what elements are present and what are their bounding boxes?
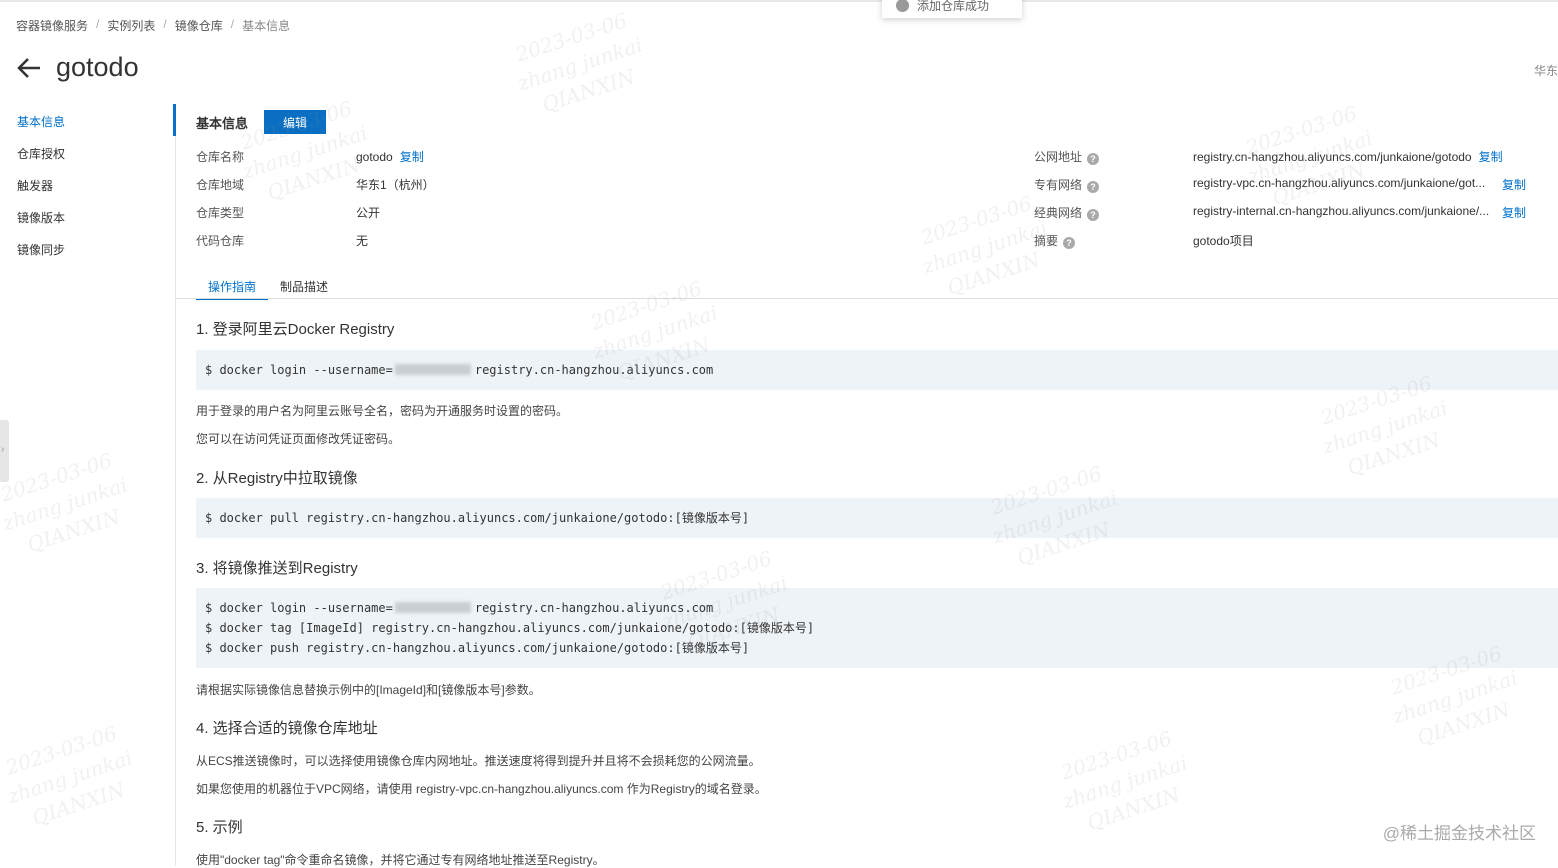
chevron-right-icon: › (1, 444, 5, 455)
redacted-username (394, 602, 471, 613)
info-type-value: 公开 (356, 206, 381, 220)
info-summary-value: gotodo项目 (1193, 234, 1254, 248)
copy-link[interactable]: 复制 (1479, 150, 1503, 164)
info-summary-label: 摘要? (1034, 232, 1076, 249)
help-icon[interactable]: ? (1087, 153, 1100, 165)
code-line: $ docker push registry.cn-hangzhou.aliyu… (205, 641, 750, 655)
info-region-label: 仓库地域 (196, 178, 245, 192)
breadcrumb-separator: / (163, 17, 167, 31)
breadcrumb-item[interactable]: 容器镜像服务 (16, 17, 88, 34)
code-block-push: $ docker login --username= registry.cn-ha… (196, 588, 1558, 668)
info-public-address-value: registry.cn-hangzhou.aliyuncs.com/junkai… (1193, 150, 1503, 164)
step-2-title: 2. 从Registry中拉取镜像 (196, 470, 358, 487)
page-header: gotodo (16, 52, 139, 83)
sidebar-item-trigger[interactable]: 触发器 (0, 170, 175, 202)
step-4-title: 4. 选择合适的镜像仓库地址 (196, 720, 378, 737)
page-title: gotodo (56, 52, 139, 82)
info-repo-name-value: gotodo 复制 (356, 150, 424, 164)
step-4-note-2: 如果您使用的机器位于VPC网络，请使用 registry-vpc.cn-hang… (196, 782, 767, 796)
info-type-label: 仓库类型 (196, 206, 245, 220)
tab-guide[interactable]: 操作指南 (196, 276, 269, 300)
copy-link[interactable]: 复制 (1502, 204, 1526, 221)
info-code-repo-label: 代码仓库 (196, 234, 245, 248)
info-vpc-label: 专有网络? (1034, 176, 1100, 193)
success-icon (896, 0, 909, 12)
watermark: 2023-03-06zhang junkaiQIANXIN (0, 448, 131, 557)
copy-link[interactable]: 复制 (1502, 176, 1526, 193)
info-region-value: 华东1（杭州） (356, 178, 435, 192)
help-icon[interactable]: ? (1087, 209, 1100, 221)
info-public-address-label: 公网地址? (1034, 148, 1100, 165)
step-1-note-2: 您可以在访问凭证页面修改凭证密码。 (196, 432, 401, 446)
watermark: 2023-03-06zhang junkaiQIANXIN (2, 721, 136, 830)
success-toast: 添加仓库成功 (882, 0, 1022, 18)
tabs-divider (176, 298, 1558, 299)
code-line: $ docker login --username= registry.cn-ha… (205, 363, 714, 377)
info-classic-value: registry-internal.cn-hangzhou.aliyuncs.c… (1193, 204, 1490, 218)
basic-info-header: 基本信息 编辑 (196, 110, 327, 134)
info-code-repo-value: 无 (356, 234, 369, 248)
code-block-pull: $ docker pull registry.cn-hangzhou.aliyu… (196, 498, 1558, 538)
sidebar-item-basic-info[interactable]: 基本信息 (0, 106, 175, 138)
edit-button[interactable]: 编辑 (264, 110, 327, 134)
code-line: $ docker pull registry.cn-hangzhou.aliyu… (205, 511, 750, 525)
copy-link[interactable]: 复制 (400, 150, 424, 164)
info-vpc-value: registry-vpc.cn-hangzhou.aliyuncs.com/ju… (1193, 176, 1486, 190)
breadcrumb-separator: / (230, 17, 235, 31)
step-4-note-1: 从ECS推送镜像时，可以选择使用镜像仓库内网地址。推送速度将得到提升并且将不会损… (196, 754, 761, 768)
breadcrumb-separator: / (96, 17, 100, 31)
region-label: 华东 (1533, 64, 1558, 78)
section-title: 基本信息 (196, 115, 249, 131)
collapse-handle[interactable]: › (0, 420, 9, 482)
section-indicator (173, 104, 176, 136)
footer-watermark: @稀土掘金技术社区 (1382, 824, 1536, 843)
step-5-title: 5. 示例 (196, 819, 243, 836)
step-3-note: 请根据实际镜像信息替换示例中的[ImageId]和[镜像版本号]参数。 (196, 683, 541, 697)
info-repo-name-label: 仓库名称 (196, 150, 245, 164)
breadcrumb-item[interactable]: 实例列表 (107, 17, 155, 34)
top-border (0, 0, 1558, 2)
breadcrumb: 容器镜像服务 / 实例列表 / 镜像仓库 / 基本信息 (16, 17, 290, 34)
sidebar-item-image-version[interactable]: 镜像版本 (0, 202, 175, 234)
code-block-login: $ docker login --username= registry.cn-ha… (196, 350, 1558, 390)
info-classic-label: 经典网络? (1034, 204, 1100, 221)
step-3-title: 3. 将镜像推送到Registry (196, 560, 358, 577)
breadcrumb-current: 基本信息 (242, 19, 291, 33)
sidebar-item-repo-auth[interactable]: 仓库授权 (0, 138, 175, 170)
step-1-note-1: 用于登录的用户名为阿里云账号全名，密码为开通服务时设置的密码。 (196, 404, 569, 418)
step-5-note: 使用"docker tag"命令重命名镜像，并将它通过专有网络地址推送至Regi… (196, 853, 605, 867)
toast-text: 添加仓库成功 (917, 0, 990, 13)
side-navigation: 基本信息 仓库授权 触发器 镜像版本 镜像同步 (0, 106, 175, 266)
tab-artifact-description[interactable]: 制品描述 (268, 276, 340, 298)
back-arrow-icon[interactable] (16, 55, 42, 81)
code-line: $ docker login --username= registry.cn-ha… (205, 601, 714, 615)
breadcrumb-item[interactable]: 镜像仓库 (175, 17, 223, 34)
help-icon[interactable]: ? (1063, 237, 1076, 249)
watermark: 2023-03-06zhang junkaiQIANXIN (1057, 726, 1191, 835)
watermark: 2023-03-06zhang junkaiQIANXIN (512, 8, 646, 117)
nav-divider (175, 104, 176, 866)
help-icon[interactable]: ? (1087, 181, 1100, 193)
step-1-title: 1. 登录阿里云Docker Registry (196, 321, 395, 338)
tab-bar: 操作指南 制品描述 (196, 276, 340, 300)
redacted-username (394, 364, 471, 375)
sidebar-item-image-sync[interactable]: 镜像同步 (0, 234, 175, 266)
code-line: $ docker tag [ImageId] registry.cn-hangz… (205, 621, 815, 635)
